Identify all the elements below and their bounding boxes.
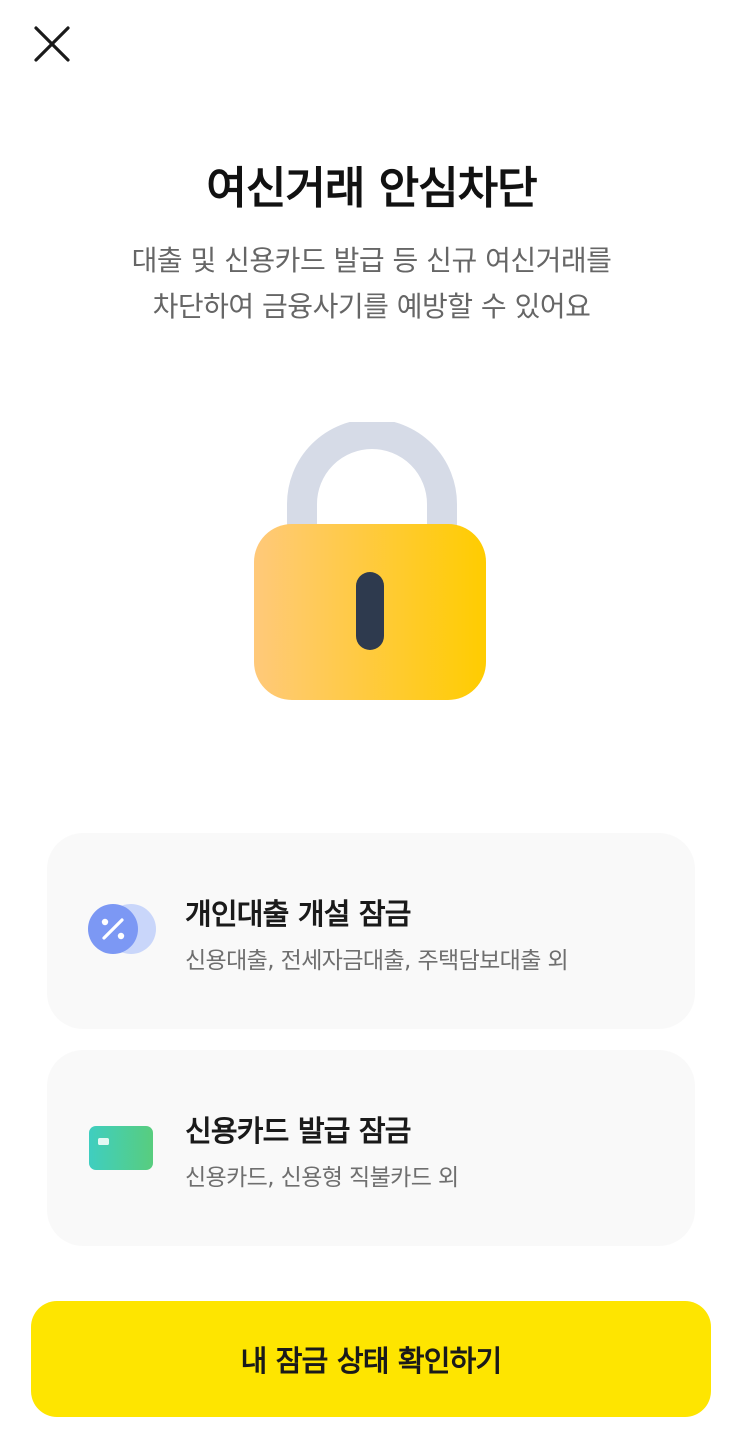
page-title: 여신거래 안심차단 bbox=[206, 163, 537, 214]
padlock-icon bbox=[254, 422, 486, 700]
scroll-fade bbox=[0, 1248, 743, 1308]
option-title: 개인대출 개설 잠금 bbox=[185, 897, 411, 931]
credit-card-icon bbox=[89, 1126, 153, 1170]
check-lock-status-button[interactable]: 내 잠금 상태 확인하기 bbox=[31, 1301, 711, 1417]
option-card-personal-loan[interactable]: 개인대출 개설 잠금 신용대출, 전세자금대출, 주택담보대출 외 bbox=[47, 833, 695, 1029]
option-subtitle: 신용카드, 신용형 직불카드 외 bbox=[185, 1165, 459, 1191]
close-button[interactable] bbox=[22, 14, 82, 74]
lock-keyhole bbox=[356, 572, 384, 650]
option-subtitle: 신용대출, 전세자금대출, 주택담보대출 외 bbox=[185, 948, 569, 974]
option-title: 신용카드 발급 잠금 bbox=[185, 1114, 411, 1148]
loan-percent-icon bbox=[88, 904, 156, 954]
page-description: 대출 및 신용카드 발급 등 신규 여신거래를 차단하여 금융사기를 예방할 수… bbox=[0, 238, 743, 330]
option-card-credit-card[interactable]: 신용카드 발급 잠금 신용카드, 신용형 직불카드 외 bbox=[47, 1050, 695, 1246]
lock-shackle bbox=[287, 422, 457, 530]
description-line-2: 차단하여 금융사기를 예방할 수 있어요 bbox=[152, 290, 591, 323]
close-icon bbox=[34, 26, 70, 62]
description-line-1: 대출 및 신용카드 발급 등 신규 여신거래를 bbox=[131, 244, 612, 277]
